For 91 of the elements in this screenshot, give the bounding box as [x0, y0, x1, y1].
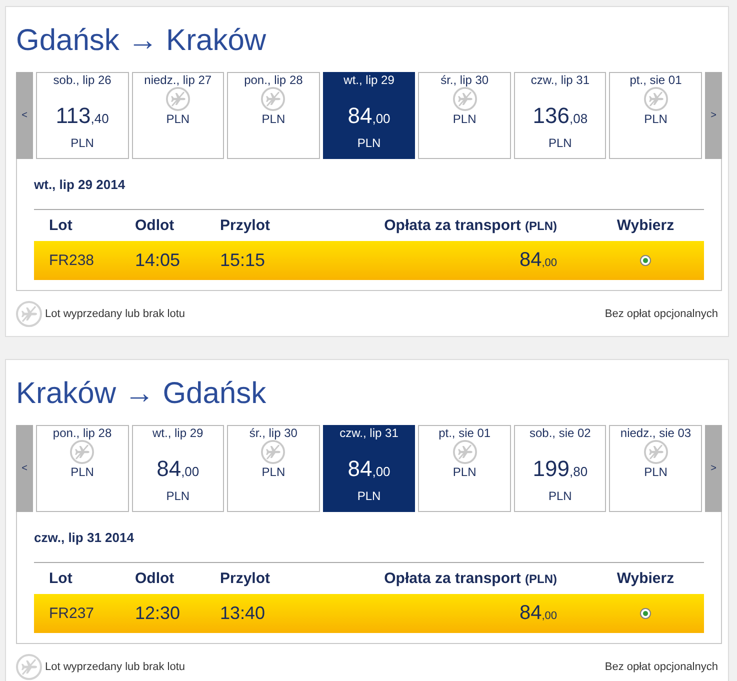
currency-label: PLN — [262, 112, 286, 126]
date-label: pon., lip 28 — [244, 73, 303, 87]
departure-time: 14:05 — [135, 250, 182, 271]
date-label: pt., sie 01 — [630, 73, 682, 87]
fare-price: 136,08 — [532, 104, 588, 130]
arrival-time: 15:15 — [220, 250, 266, 271]
no-flight-icon — [644, 440, 668, 464]
currency-label: PLN — [548, 136, 572, 150]
date-card[interactable]: niedz., lip 27 PLN — [132, 72, 224, 159]
flight-number: FR238 — [49, 252, 96, 269]
fare-price: 113,40 — [56, 104, 109, 130]
date-card[interactable]: sob., sie 02 199,80 PLN — [514, 425, 606, 512]
fare-price: 199,80 — [532, 457, 588, 483]
date-card[interactable]: wt., lip 29 84,00 PLN — [132, 425, 224, 512]
no-flight-icon — [16, 301, 42, 327]
column-header: Lot — [49, 569, 74, 589]
column-header: Lot — [49, 216, 74, 236]
date-card[interactable]: sob., lip 26 113,40 PLN — [36, 72, 129, 159]
date-card[interactable]: pon., lip 28 PLN — [227, 72, 320, 159]
date-card[interactable]: pt., sie 01 PLN — [609, 72, 702, 159]
date-card[interactable]: wt., lip 29 84,00 PLN — [322, 72, 416, 159]
selected-date-heading: czw., lip 31 2014 — [34, 530, 135, 546]
currency-label: PLN — [357, 136, 381, 150]
date-label: śr., lip 30 — [440, 73, 489, 87]
departure-time: 12:30 — [135, 603, 182, 624]
no-flight-icon — [261, 440, 286, 464]
selected-date-heading: wt., lip 29 2014 — [34, 177, 126, 193]
column-header: Przylot — [220, 216, 272, 236]
date-label: pon., lip 28 — [52, 426, 112, 440]
fare-price: 84,00 — [519, 249, 557, 271]
column-header: Opłata za transport (PLN) — [383, 569, 558, 589]
date-label: niedz., lip 27 — [144, 73, 212, 87]
no-flight-icon — [166, 87, 190, 111]
date-label: pt., sie 01 — [438, 426, 491, 440]
date-card[interactable]: czw., lip 31 136,08 PLN — [514, 72, 606, 159]
date-label: czw., lip 31 — [340, 426, 398, 440]
currency-label: PLN — [548, 489, 572, 503]
date-card[interactable]: pon., lip 28 PLN — [36, 425, 129, 512]
fare-price: 84,00 — [156, 457, 200, 483]
date-card[interactable]: śr., lip 30 PLN — [227, 425, 320, 512]
fare-price: 84,00 — [348, 457, 390, 483]
currency-label: PLN — [452, 112, 476, 126]
fare-price: 84,00 — [348, 104, 390, 130]
currency-label: PLN — [70, 465, 94, 479]
flight-row[interactable]: FR237 12:30 13:40 84,00 — [34, 594, 704, 633]
date-card[interactable]: pt., sie 01 PLN — [418, 425, 511, 512]
flight-number: FR237 — [49, 605, 96, 622]
column-header: Odlot — [135, 569, 176, 589]
date-label: czw., lip 31 — [530, 73, 590, 87]
date-label: wt., lip 29 — [344, 73, 394, 87]
next-dates-button[interactable]: > — [705, 425, 722, 512]
no-flight-icon — [452, 87, 477, 111]
fees-note: Bez opłat opcjonalnych — [604, 661, 718, 673]
currency-label: PLN — [357, 489, 381, 503]
date-label: sob., lip 26 — [53, 73, 112, 87]
legend-text: Lot wyprzedany lub brak lotu — [45, 308, 186, 320]
no-flight-icon — [644, 87, 668, 111]
column-header: Odlot — [135, 216, 176, 236]
currency-label: PLN — [70, 136, 94, 150]
select-radio[interactable] — [640, 608, 651, 619]
currency-label: PLN — [262, 465, 286, 479]
date-card[interactable]: czw., lip 31 84,00 PLN — [322, 425, 416, 512]
flight-row[interactable]: FR238 14:05 15:15 84,00 — [34, 241, 704, 280]
currency-label: PLN — [644, 112, 668, 126]
column-header: Wybierz — [616, 216, 676, 236]
previous-dates-button[interactable]: < — [16, 72, 33, 159]
date-card[interactable]: śr., lip 30 PLN — [418, 72, 511, 159]
previous-dates-button[interactable]: < — [16, 425, 33, 512]
fare-price: 84,00 — [519, 602, 557, 624]
date-card[interactable]: niedz., sie 03 PLN — [609, 425, 702, 512]
select-radio[interactable] — [640, 255, 651, 266]
route-title: Kraków → Gdańsk — [16, 376, 268, 412]
date-label: wt., lip 29 — [152, 426, 204, 440]
currency-label: PLN — [166, 489, 190, 503]
arrival-time: 13:40 — [220, 603, 266, 624]
next-dates-button[interactable]: > — [705, 72, 722, 159]
currency-label: PLN — [452, 465, 476, 479]
currency-label: PLN — [166, 112, 190, 126]
legend-text: Lot wyprzedany lub brak lotu — [45, 661, 186, 673]
no-flight-icon — [70, 440, 94, 464]
no-flight-icon — [452, 440, 477, 464]
column-header: Przylot — [220, 569, 272, 589]
fees-note: Bez opłat opcjonalnych — [604, 308, 718, 320]
date-label: sob., sie 02 — [529, 426, 591, 440]
currency-label: PLN — [644, 465, 668, 479]
no-flight-icon — [261, 87, 286, 111]
column-header: Wybierz — [616, 569, 676, 589]
date-label: śr., lip 30 — [249, 426, 298, 440]
column-header: Opłata za transport (PLN) — [383, 216, 558, 236]
date-label: niedz., sie 03 — [620, 426, 692, 440]
route-title: Gdańsk → Kraków — [16, 23, 268, 59]
